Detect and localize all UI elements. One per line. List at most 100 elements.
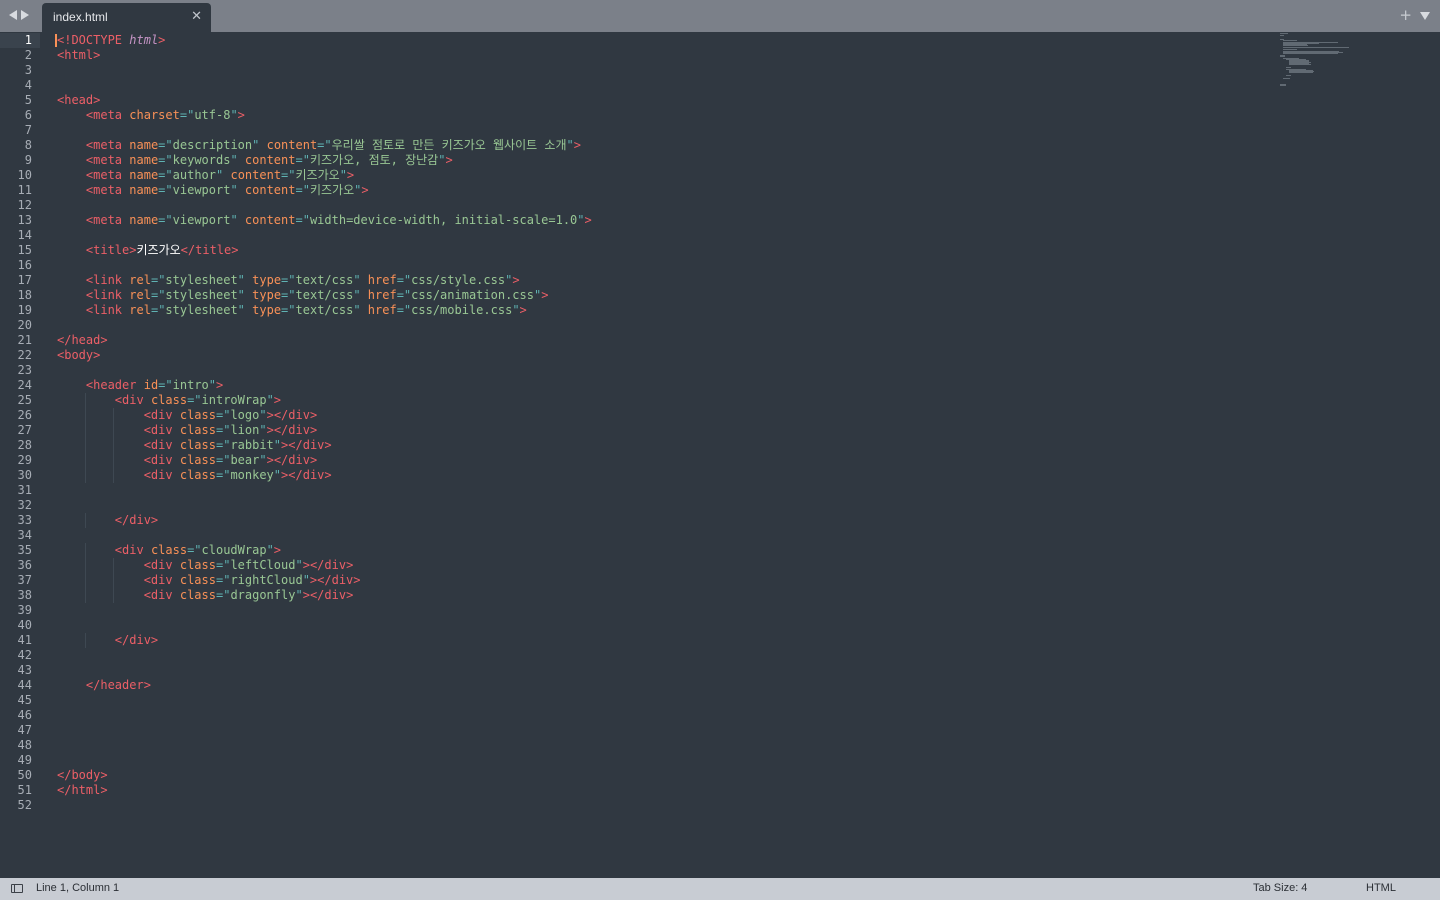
indent-guide bbox=[85, 408, 86, 423]
indent-guide bbox=[113, 408, 114, 423]
code-line[interactable]: <header id="intro"> bbox=[57, 378, 1257, 393]
code-line[interactable]: </html> bbox=[57, 783, 1257, 798]
code-line[interactable]: <body> bbox=[57, 348, 1257, 363]
code-line[interactable] bbox=[57, 123, 1257, 138]
code-line[interactable]: <link rel="stylesheet" type="text/css" h… bbox=[57, 273, 1257, 288]
line-number: 2 bbox=[24, 48, 32, 62]
code-line[interactable]: <div class="introWrap"> bbox=[57, 393, 1257, 408]
indent-guide bbox=[85, 543, 86, 558]
line-number: 14 bbox=[17, 228, 32, 242]
code-line[interactable]: <div class="bear"></div> bbox=[57, 453, 1257, 468]
line-number: 13 bbox=[17, 213, 32, 227]
code-line[interactable] bbox=[57, 708, 1257, 723]
code-line[interactable] bbox=[57, 78, 1257, 93]
code-line[interactable]: </header> bbox=[57, 678, 1257, 693]
code-line[interactable] bbox=[57, 738, 1257, 753]
indent-guide bbox=[113, 423, 114, 438]
code-line[interactable]: <meta name="viewport" content="키즈가오"> bbox=[57, 183, 1257, 198]
indent-guide bbox=[113, 468, 114, 483]
code-line[interactable]: </body> bbox=[57, 768, 1257, 783]
line-number: 8 bbox=[24, 138, 32, 152]
code-line[interactable] bbox=[57, 798, 1257, 813]
tab-navigation bbox=[9, 10, 29, 20]
line-number: 17 bbox=[17, 273, 32, 287]
code-line[interactable]: <meta name="keywords" content="키즈가오, 점토,… bbox=[57, 153, 1257, 168]
indent-guide bbox=[85, 393, 86, 408]
code-line[interactable] bbox=[57, 228, 1257, 243]
code-line[interactable]: <html> bbox=[57, 48, 1257, 63]
toggle-sidebar-icon[interactable] bbox=[11, 884, 23, 893]
close-icon[interactable]: ✕ bbox=[191, 9, 202, 25]
code-line[interactable]: <meta name="viewport" content="width=dev… bbox=[57, 213, 1257, 228]
code-line[interactable] bbox=[57, 663, 1257, 678]
code-line[interactable]: <div class="rightCloud"></div> bbox=[57, 573, 1257, 588]
code-line[interactable] bbox=[57, 498, 1257, 513]
code-line[interactable]: </div> bbox=[57, 513, 1257, 528]
code-area[interactable]: <!DOCTYPE html> <html> <head> <meta charse… bbox=[55, 33, 1257, 813]
plus-icon[interactable]: + bbox=[1399, 6, 1412, 24]
code-line[interactable] bbox=[57, 363, 1257, 378]
line-number: 44 bbox=[17, 678, 32, 692]
line-number: 12 bbox=[17, 198, 32, 212]
line-number: 47 bbox=[17, 723, 32, 737]
code-editor[interactable]: 1 2 3 4 5 6 7 8 9 10 11 12 13 14 15 16 17 18 19 20 21 22 23 24 2… bbox=[0, 32, 1440, 878]
line-number: 43 bbox=[17, 663, 32, 677]
code-line[interactable]: </div> bbox=[57, 633, 1257, 648]
code-line[interactable]: <title>키즈가오</title> bbox=[57, 243, 1257, 258]
code-line[interactable] bbox=[57, 258, 1257, 273]
code-line[interactable]: <head> bbox=[57, 93, 1257, 108]
line-number: 39 bbox=[17, 603, 32, 617]
code-line[interactable]: <div class="monkey"></div> bbox=[57, 468, 1257, 483]
code-line[interactable] bbox=[57, 648, 1257, 663]
line-number: 32 bbox=[17, 498, 32, 512]
chevron-down-icon[interactable] bbox=[1420, 12, 1430, 20]
syntax-selector[interactable]: HTML bbox=[1366, 882, 1396, 894]
indent-guide bbox=[85, 513, 86, 528]
line-number: 41 bbox=[17, 633, 32, 647]
code-line[interactable] bbox=[57, 528, 1257, 543]
code-line[interactable]: <div class="dragonfly"></div> bbox=[57, 588, 1257, 603]
code-line[interactable]: <meta name="description" content="우리쌀 점토… bbox=[57, 138, 1257, 153]
code-line[interactable]: <div class="lion"></div> bbox=[57, 423, 1257, 438]
line-number: 51 bbox=[17, 783, 32, 797]
code-line[interactable]: <div class="cloudWrap"> bbox=[57, 543, 1257, 558]
arrow-right-icon[interactable] bbox=[21, 10, 29, 20]
indent-guide bbox=[113, 453, 114, 468]
code-line[interactable]: <link rel="stylesheet" type="text/css" h… bbox=[57, 288, 1257, 303]
line-number: 40 bbox=[17, 618, 32, 632]
code-line[interactable]: <div class="logo"></div> bbox=[57, 408, 1257, 423]
code-line[interactable] bbox=[57, 483, 1257, 498]
code-line[interactable]: <link rel="stylesheet" type="text/css" h… bbox=[57, 303, 1257, 318]
line-number: 30 bbox=[17, 468, 32, 482]
cursor-position[interactable]: Line 1, Column 1 bbox=[36, 882, 119, 894]
line-number: 9 bbox=[24, 153, 32, 167]
indent-guide bbox=[85, 438, 86, 453]
code-line[interactable] bbox=[57, 198, 1257, 213]
tab-index-html[interactable]: index.html ✕ bbox=[42, 3, 211, 32]
code-line[interactable]: <div class="leftCloud"></div> bbox=[57, 558, 1257, 573]
minimap[interactable] bbox=[1280, 33, 1360, 143]
arrow-left-icon[interactable] bbox=[9, 10, 17, 20]
line-number: 7 bbox=[24, 123, 32, 137]
line-number: 35 bbox=[17, 543, 32, 557]
code-line[interactable]: <div class="rabbit"></div> bbox=[57, 438, 1257, 453]
line-number: 52 bbox=[17, 798, 32, 812]
code-line[interactable]: <meta charset="utf-8"> bbox=[57, 108, 1257, 123]
status-bar: Line 1, Column 1 Tab Size: 4 HTML bbox=[0, 878, 1440, 900]
code-line[interactable]: <!DOCTYPE html> bbox=[55, 33, 1257, 48]
code-line[interactable] bbox=[57, 753, 1257, 768]
line-number: 29 bbox=[17, 453, 32, 467]
line-number: 19 bbox=[17, 303, 32, 317]
code-line[interactable]: <meta name="author" content="키즈가오"> bbox=[57, 168, 1257, 183]
tab-size-selector[interactable]: Tab Size: 4 bbox=[1253, 882, 1307, 894]
code-line[interactable]: </head> bbox=[57, 333, 1257, 348]
code-line[interactable] bbox=[57, 318, 1257, 333]
line-number-gutter: 1 2 3 4 5 6 7 8 9 10 11 12 13 14 15 16 17 18 19 20 21 22 23 24 2… bbox=[0, 33, 40, 813]
code-line[interactable] bbox=[57, 63, 1257, 78]
code-line[interactable] bbox=[57, 603, 1257, 618]
code-line[interactable] bbox=[57, 693, 1257, 708]
indent-guide bbox=[85, 453, 86, 468]
line-number: 4 bbox=[24, 78, 32, 92]
code-line[interactable] bbox=[57, 723, 1257, 738]
code-line[interactable] bbox=[57, 618, 1257, 633]
